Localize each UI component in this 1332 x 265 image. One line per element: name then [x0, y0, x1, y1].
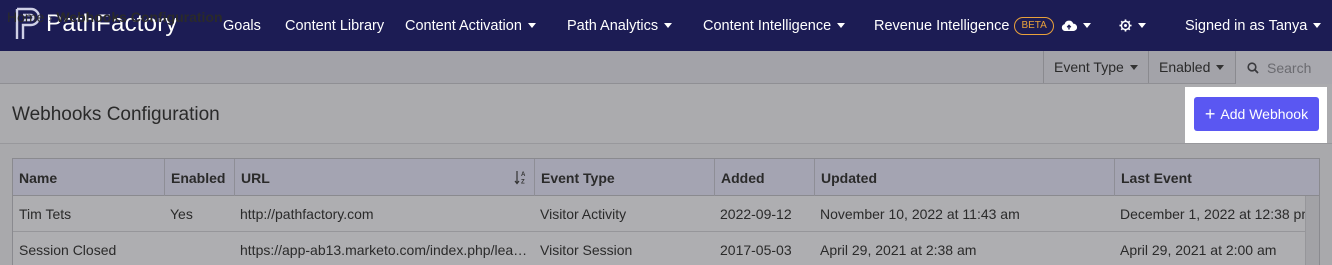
chevron-down-icon	[1216, 64, 1225, 70]
breadcrumb-home[interactable]: Home	[7, 9, 44, 25]
column-header-enabled[interactable]: Enabled	[164, 159, 234, 196]
nav-path-analytics-label: Path Analytics	[567, 17, 659, 34]
nav-content-library-label: Content Library	[285, 17, 385, 34]
table-row[interactable]: Session Closed https://app-ab13.marketo.…	[13, 232, 1305, 265]
cell-updated: November 10, 2022 at 11:43 am	[820, 206, 1020, 222]
nav-content-intelligence-label: Content Intelligence	[703, 17, 832, 34]
nav-content-intelligence[interactable]: Content Intelligence	[703, 0, 846, 51]
beta-badge: BETA	[1014, 16, 1054, 35]
cell-url: http://pathfactory.com	[240, 206, 374, 222]
breadcrumb: Home › Webhooks Configuration	[7, 9, 223, 25]
cell-enabled	[164, 232, 234, 265]
column-header-updated[interactable]: Updated	[814, 159, 1114, 196]
table-row[interactable]: Tim Tets Yes http://pathfactory.com Visi…	[13, 196, 1305, 232]
chevron-down-icon	[1129, 64, 1138, 70]
column-header-event-type[interactable]: Event Type	[534, 159, 714, 196]
chevron-down-icon	[1313, 23, 1322, 28]
gear-icon	[1119, 19, 1132, 32]
chevron-down-icon	[837, 23, 846, 28]
page-title: Webhooks Configuration	[12, 104, 220, 125]
nav-content-activation[interactable]: Content Activation	[405, 0, 536, 51]
event-type-filter[interactable]: Event Type	[1043, 51, 1147, 83]
top-navigation: PathFactory Goals Content Library Conten…	[0, 0, 1332, 51]
sort-alpha-icon[interactable]: A Z	[514, 170, 528, 185]
cell-event-type: Visitor Activity	[540, 206, 627, 222]
column-header-name[interactable]: Name	[13, 159, 164, 196]
plus-icon: +	[1204, 104, 1216, 124]
column-header-last-event[interactable]: Last Event	[1114, 159, 1319, 196]
cell-added: 2022-09-12	[720, 206, 792, 222]
cell-name: Session Closed	[19, 242, 117, 258]
search-icon	[1247, 61, 1259, 74]
nav-path-analytics[interactable]: Path Analytics	[567, 0, 673, 51]
cell-url: https://app-ab13.marketo.com/index.php/l…	[240, 242, 528, 258]
nav-revenue-intelligence[interactable]: Revenue Intelligence BETA	[874, 0, 1054, 51]
nav-content-activation-label: Content Activation	[405, 17, 522, 34]
column-header-added[interactable]: Added	[714, 159, 814, 196]
upload-menu[interactable]	[1061, 0, 1091, 51]
column-header-url[interactable]: URL A Z	[234, 159, 534, 196]
user-menu[interactable]: Signed in as Tanya	[1185, 0, 1322, 51]
enabled-filter[interactable]: Enabled	[1148, 51, 1235, 83]
breadcrumb-separator: ›	[48, 11, 53, 25]
chevron-down-icon	[1138, 23, 1146, 28]
cell-name: Tim Tets	[19, 206, 72, 222]
breadcrumb-current: Webhooks Configuration	[56, 9, 223, 25]
cell-enabled: Yes	[170, 206, 193, 222]
cell-last-event: December 1, 2022 at 12:38 pm	[1120, 206, 1305, 222]
settings-menu[interactable]	[1119, 0, 1146, 51]
webhooks-table: Name Enabled URL A Z Event Type Added Up…	[12, 158, 1320, 265]
column-header-url-label: URL	[241, 169, 270, 186]
user-menu-label: Signed in as Tanya	[1185, 17, 1308, 34]
nav-goals[interactable]: Goals	[223, 0, 261, 51]
cell-last-event: April 29, 2021 at 2:00 am	[1120, 242, 1277, 258]
add-webhook-label: Add Webhook	[1220, 106, 1309, 122]
add-webhook-button[interactable]: + Add Webhook	[1194, 97, 1319, 131]
event-type-filter-label: Event Type	[1054, 59, 1124, 75]
cell-added: 2017-05-03	[720, 242, 792, 258]
nav-goals-label: Goals	[223, 17, 261, 34]
chevron-down-icon	[1083, 23, 1091, 28]
chevron-down-icon	[527, 23, 536, 28]
svg-text:Z: Z	[521, 180, 525, 186]
chevron-down-icon	[664, 23, 673, 28]
table-header: Name Enabled URL A Z Event Type Added Up…	[13, 159, 1319, 196]
search-placeholder: Search	[1267, 59, 1312, 76]
cloud-upload-icon	[1061, 20, 1077, 31]
nav-content-library[interactable]: Content Library	[285, 0, 384, 51]
search-input[interactable]: Search	[1235, 51, 1332, 84]
cell-updated: April 29, 2021 at 2:38 am	[820, 242, 977, 258]
svg-text:A: A	[521, 172, 526, 178]
cell-event-type: Visitor Session	[540, 242, 633, 258]
enabled-filter-label: Enabled	[1159, 59, 1211, 75]
vertical-scrollbar[interactable]	[1305, 196, 1319, 265]
nav-revenue-intelligence-label: Revenue Intelligence	[874, 17, 1010, 34]
